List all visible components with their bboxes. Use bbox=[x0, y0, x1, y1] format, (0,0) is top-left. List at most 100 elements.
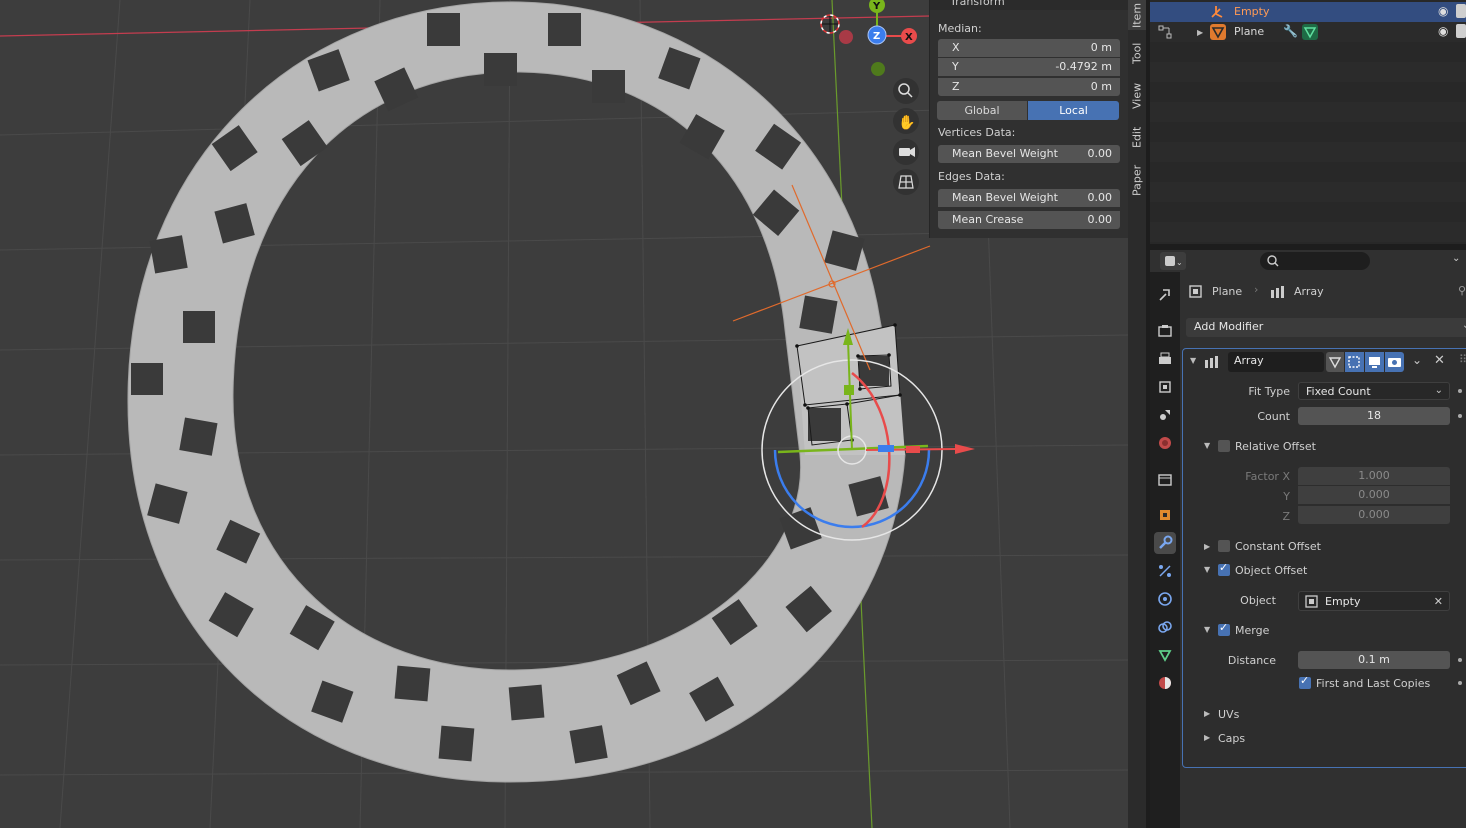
cage-toggle-icon[interactable] bbox=[1345, 352, 1364, 372]
modifier-name-value: Array bbox=[1234, 354, 1264, 367]
render-tab-icon[interactable] bbox=[1154, 320, 1176, 342]
remove-modifier-close-icon[interactable]: ✕ bbox=[1434, 353, 1445, 368]
output-tab-icon[interactable] bbox=[1154, 348, 1176, 370]
keyframe-dot-icon[interactable] bbox=[1458, 681, 1462, 685]
first-last-copies-checkbox[interactable] bbox=[1299, 674, 1311, 689]
array-ring-mesh[interactable] bbox=[127, 1, 906, 783]
render-camera-icon[interactable] bbox=[1456, 4, 1466, 18]
vertex-bevel-weight-field[interactable]: Mean Bevel Weight 0.00 bbox=[938, 145, 1120, 163]
keyframe-dot-icon[interactable] bbox=[1458, 414, 1462, 418]
object-offset-checkbox[interactable] bbox=[1218, 561, 1230, 576]
breadcrumb-separator-icon: › bbox=[1254, 283, 1259, 296]
factor-x-field[interactable]: 1.000 bbox=[1298, 467, 1450, 485]
outliner-item-plane[interactable]: ▶ Plane 🔧 ◉ bbox=[1150, 22, 1466, 42]
render-camera-icon[interactable] bbox=[1456, 24, 1466, 38]
nav-gizmo-z-label: Z bbox=[873, 31, 880, 42]
collapse-triangle-icon[interactable]: ▼ bbox=[1190, 356, 1196, 365]
material-tab-icon[interactable] bbox=[1154, 672, 1176, 694]
constant-offset-label: Constant Offset bbox=[1235, 540, 1321, 553]
viewport-display-toggle-icon[interactable] bbox=[1365, 352, 1384, 372]
modifier-wrench-icon[interactable]: 🔧 bbox=[1283, 24, 1298, 38]
expand-triangle-icon[interactable]: ▶ bbox=[1197, 28, 1203, 37]
3d-cursor[interactable] bbox=[820, 14, 840, 34]
ortho-grid-icon[interactable] bbox=[893, 169, 919, 195]
outliner-empty-row bbox=[1150, 182, 1466, 202]
properties-editor: ⌄ ⌄ Plane › Array ⚲ Add Modifier ▼ Array… bbox=[1150, 250, 1466, 828]
median-z-label: Z bbox=[952, 80, 960, 93]
keyframe-dot-icon[interactable] bbox=[1458, 389, 1462, 393]
tool-tab-icon[interactable] bbox=[1154, 284, 1176, 306]
pan-hand-icon[interactable]: ✋ bbox=[893, 108, 919, 134]
fit-type-dropdown[interactable]: Fixed Count ⌄ bbox=[1298, 382, 1450, 400]
factor-z-label: Z bbox=[1282, 510, 1290, 523]
clear-object-close-icon[interactable]: ✕ bbox=[1434, 592, 1443, 611]
drag-handle-icon[interactable]: ⠿ bbox=[1459, 353, 1466, 366]
render-toggle-icon[interactable] bbox=[1385, 352, 1404, 372]
view-layer-tab-icon[interactable] bbox=[1154, 376, 1176, 398]
factor-z-field[interactable]: 0.000 bbox=[1298, 506, 1450, 524]
data-tab-icon[interactable] bbox=[1154, 644, 1176, 666]
svg-text:⌄: ⌄ bbox=[1176, 258, 1183, 267]
local-toggle-button[interactable]: Local bbox=[1028, 101, 1119, 120]
tab-paper[interactable]: Paper bbox=[1128, 163, 1146, 197]
tab-view[interactable]: View bbox=[1128, 80, 1146, 112]
modifier-name-input[interactable]: Array bbox=[1228, 352, 1324, 372]
hierarchy-icon bbox=[1158, 25, 1172, 39]
editor-type-button[interactable]: ⌄ bbox=[1160, 252, 1186, 270]
tab-edit[interactable]: Edit bbox=[1128, 122, 1146, 152]
edges-data-label: Edges Data: bbox=[938, 170, 1005, 183]
median-z-field[interactable]: Z 0 m bbox=[938, 78, 1120, 96]
collection-tab-icon[interactable] bbox=[1154, 468, 1176, 490]
global-toggle-button[interactable]: Global bbox=[937, 101, 1027, 120]
object-tab-icon[interactable] bbox=[1154, 504, 1176, 526]
keyframe-dot-icon[interactable] bbox=[1458, 658, 1462, 662]
relative-offset-checkbox[interactable] bbox=[1218, 440, 1230, 452]
world-tab-icon[interactable] bbox=[1154, 432, 1176, 454]
camera-view-icon[interactable] bbox=[893, 139, 919, 165]
caps-subpanel-header[interactable]: Caps bbox=[1218, 732, 1245, 745]
zoom-icon[interactable] bbox=[893, 78, 919, 104]
add-modifier-button[interactable]: Add Modifier ⌄ bbox=[1186, 318, 1466, 337]
edge-bevel-weight-field[interactable]: Mean Bevel Weight 0.00 bbox=[938, 189, 1120, 207]
outliner-empty-row bbox=[1150, 122, 1466, 142]
uvs-subpanel-header[interactable]: UVs bbox=[1218, 708, 1239, 721]
median-z-value: 0 m bbox=[1090, 80, 1112, 93]
constraints-tab-icon[interactable] bbox=[1154, 616, 1176, 638]
particles-tab-icon[interactable] bbox=[1154, 560, 1176, 582]
uvs-triangle-icon[interactable]: ▶ bbox=[1204, 709, 1210, 718]
transform-panel-header[interactable]: Transform bbox=[930, 0, 1128, 10]
modifier-properties: Plane › Array ⚲ Add Modifier ⌄ ▼ Array bbox=[1180, 272, 1466, 828]
scene-tab-icon[interactable] bbox=[1154, 404, 1176, 426]
header-dropdown-icon[interactable]: ⌄ bbox=[1452, 253, 1460, 264]
distance-field[interactable]: 0.1 m bbox=[1298, 651, 1450, 669]
physics-tab-icon[interactable] bbox=[1154, 588, 1176, 610]
relative-offset-triangle-icon[interactable]: ▼ bbox=[1204, 441, 1210, 450]
object-offset-triangle-icon[interactable]: ▼ bbox=[1204, 565, 1210, 574]
edge-crease-field[interactable]: Mean Crease 0.00 bbox=[938, 211, 1120, 229]
mesh-data-icon[interactable] bbox=[1302, 24, 1318, 40]
pin-icon[interactable]: ⚲ bbox=[1458, 284, 1466, 297]
visibility-eye-icon[interactable]: ◉ bbox=[1438, 4, 1448, 18]
outliner[interactable]: Empty ◉ ▶ Plane 🔧 ◉ bbox=[1150, 0, 1466, 244]
object-offset-picker[interactable]: Empty ✕ bbox=[1298, 591, 1450, 611]
constant-offset-triangle-icon[interactable]: ▶ bbox=[1204, 542, 1210, 551]
caps-triangle-icon[interactable]: ▶ bbox=[1204, 733, 1210, 742]
edit-mode-toggle-icon[interactable] bbox=[1326, 352, 1344, 372]
median-y-field[interactable]: Y -0.4792 m bbox=[938, 58, 1120, 76]
modifier-menu-chevron-icon[interactable]: ⌄ bbox=[1412, 353, 1422, 367]
chevron-down-icon: ⌄ bbox=[1462, 317, 1466, 335]
modifier-tab-icon[interactable] bbox=[1154, 532, 1176, 554]
object-breadcrumb-icon bbox=[1189, 285, 1202, 298]
tab-item[interactable]: Item bbox=[1128, 0, 1146, 30]
constant-offset-checkbox[interactable] bbox=[1218, 540, 1230, 552]
visibility-eye-icon[interactable]: ◉ bbox=[1438, 24, 1448, 38]
tab-tool[interactable]: Tool bbox=[1128, 38, 1146, 68]
properties-search-input[interactable] bbox=[1260, 252, 1370, 270]
distance-value: 0.1 m bbox=[1358, 653, 1390, 666]
factor-y-field[interactable]: 0.000 bbox=[1298, 486, 1450, 504]
outliner-item-empty[interactable]: Empty ◉ bbox=[1150, 2, 1466, 22]
count-field[interactable]: 18 bbox=[1298, 407, 1450, 425]
merge-checkbox[interactable] bbox=[1218, 621, 1230, 636]
merge-triangle-icon[interactable]: ▼ bbox=[1204, 625, 1210, 634]
median-x-field[interactable]: X 0 m bbox=[938, 39, 1120, 57]
